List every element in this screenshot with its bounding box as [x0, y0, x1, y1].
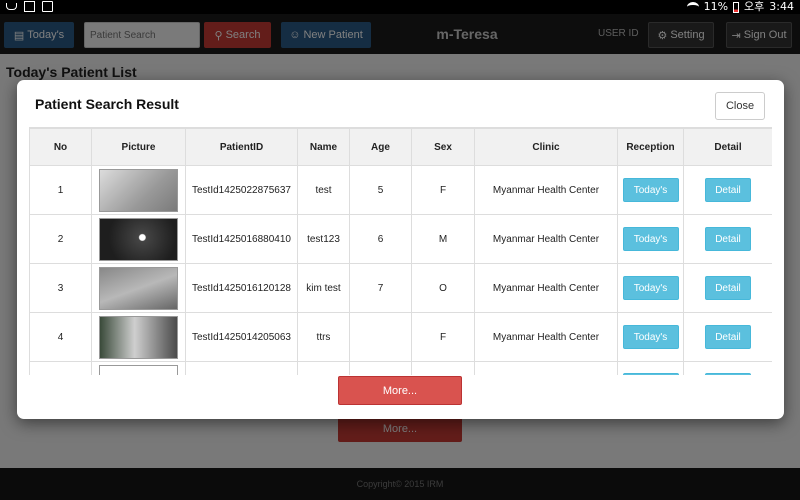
- cell-no: 2: [29, 214, 92, 264]
- detail-button[interactable]: Detail: [705, 325, 751, 349]
- ampm-label: 오후: [744, 0, 765, 13]
- todays-reception-button[interactable]: Today's: [622, 276, 679, 300]
- battery-icon: [733, 1, 740, 13]
- cell-sex: F: [411, 165, 475, 215]
- cell-patient-id: [185, 361, 298, 375]
- table-row: 2 TestId1425016880410 test123 6 M Myanma…: [29, 214, 772, 264]
- cell-patient-id: TestId1425016880410: [185, 214, 298, 264]
- cell-clinic: Myanmar Health Center: [474, 312, 618, 362]
- column-header-no: No: [29, 128, 92, 166]
- table-row: [29, 361, 772, 375]
- cell-sex: M: [411, 214, 475, 264]
- patient-photo[interactable]: [99, 266, 178, 310]
- close-button[interactable]: Close: [715, 92, 765, 120]
- cell-clinic: Myanmar Health Center: [474, 263, 618, 313]
- dialog-title: Patient Search Result: [35, 96, 179, 112]
- results-table-container[interactable]: No Picture PatientID Name Age Sex Clinic…: [29, 127, 772, 375]
- column-header-picture: Picture: [91, 128, 186, 166]
- image-icon: [24, 1, 35, 12]
- detail-button[interactable]: Detail: [705, 276, 751, 300]
- cell-no: 1: [29, 165, 92, 215]
- patient-search-result-dialog: Patient Search Result Close No Picture P…: [17, 80, 784, 419]
- cell-sex: [411, 361, 475, 375]
- todays-reception-button[interactable]: Today's: [622, 227, 679, 251]
- cell-name: test: [297, 165, 350, 215]
- patient-photo[interactable]: [99, 364, 178, 375]
- more-results-button[interactable]: More...: [338, 376, 462, 405]
- todays-reception-button[interactable]: Today's: [622, 178, 679, 202]
- patient-photo[interactable]: [99, 217, 178, 261]
- cell-patient-id: TestId1425014205063: [185, 312, 298, 362]
- table-row: 3 TestId1425016120128 kim test 7 O Myanm…: [29, 263, 772, 313]
- detail-button[interactable]: Detail: [705, 178, 751, 202]
- column-header-sex: Sex: [411, 128, 475, 166]
- patient-photo[interactable]: [99, 168, 178, 212]
- cell-patient-id: TestId1425022875637: [185, 165, 298, 215]
- column-header-name: Name: [297, 128, 350, 166]
- cell-age: 7: [349, 263, 412, 313]
- patient-photo[interactable]: [99, 315, 178, 359]
- table-row: 4 TestId1425014205063 ttrs F Myanmar Hea…: [29, 312, 772, 362]
- cell-clinic: Myanmar Health Center: [474, 165, 618, 215]
- column-header-clinic: Clinic: [474, 128, 618, 166]
- cell-sex: O: [411, 263, 475, 313]
- cell-age: [349, 361, 412, 375]
- cell-clinic: [474, 361, 618, 375]
- cell-no: 3: [29, 263, 92, 313]
- detail-button[interactable]: Detail: [705, 227, 751, 251]
- column-header-detail: Detail: [683, 128, 772, 166]
- usb-icon: [6, 3, 17, 10]
- status-bar: 11% 오후 3:44: [0, 0, 800, 14]
- detail-button[interactable]: [705, 372, 751, 375]
- table-header-row: No Picture PatientID Name Age Sex Clinic…: [29, 128, 772, 166]
- column-header-age: Age: [349, 128, 412, 166]
- cell-name: [297, 361, 350, 375]
- cell-clinic: Myanmar Health Center: [474, 214, 618, 264]
- cell-name: ttrs: [297, 312, 350, 362]
- cell-no: 4: [29, 312, 92, 362]
- cell-name: kim test: [297, 263, 350, 313]
- cell-age: 5: [349, 165, 412, 215]
- cell-sex: F: [411, 312, 475, 362]
- column-header-reception: Reception: [617, 128, 684, 166]
- cell-age: 6: [349, 214, 412, 264]
- cell-age: [349, 312, 412, 362]
- todays-reception-button[interactable]: Today's: [622, 325, 679, 349]
- clock: 3:44: [769, 0, 794, 13]
- cast-icon: [42, 1, 53, 12]
- wifi-icon: [686, 2, 699, 12]
- cell-patient-id: TestId1425016120128: [185, 263, 298, 313]
- table-row: 1 TestId1425022875637 test 5 F Myanmar H…: [29, 165, 772, 215]
- battery-percent: 11%: [703, 0, 729, 13]
- cell-name: test123: [297, 214, 350, 264]
- todays-reception-button[interactable]: [622, 372, 679, 375]
- column-header-patient-id: PatientID: [185, 128, 298, 166]
- results-table: No Picture PatientID Name Age Sex Clinic…: [29, 128, 772, 375]
- cell-no: [29, 361, 92, 375]
